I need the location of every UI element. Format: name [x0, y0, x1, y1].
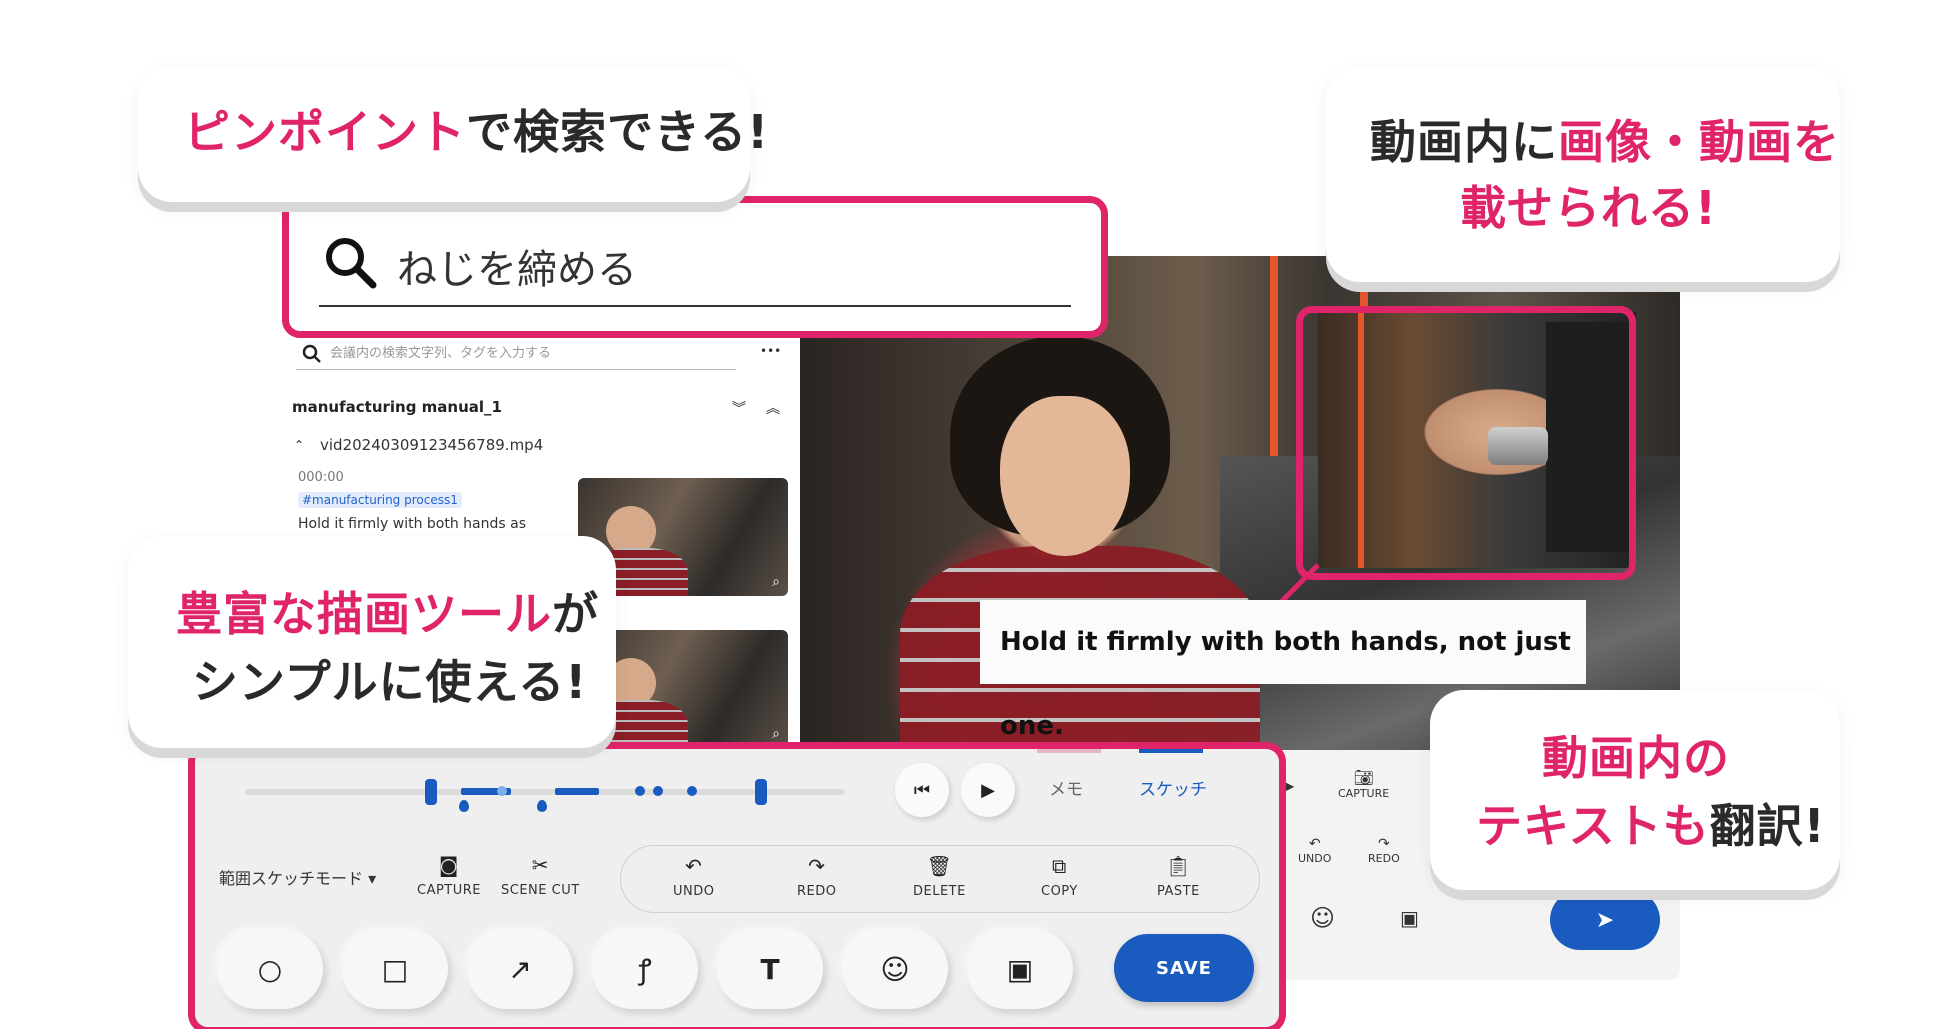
callout-drawing-text: が: [552, 587, 599, 641]
arrow-icon: ↗: [508, 952, 532, 986]
chevron-double-down-icon[interactable]: ︾: [732, 398, 746, 418]
callout-overlay-highlight: 画像・動画を: [1558, 115, 1840, 169]
search-bar[interactable]: ねじを締める: [282, 196, 1108, 338]
play-button[interactable]: ▶: [961, 763, 1015, 817]
play-icon: ▶: [981, 779, 995, 801]
tab-memo[interactable]: メモ: [1049, 775, 1083, 800]
worker-face: [1000, 396, 1130, 556]
capture-button[interactable]: 📷︎ CAPTURE: [1338, 768, 1389, 800]
camera-icon: 📷︎: [1353, 768, 1374, 787]
tab-sketch[interactable]: スケッチ: [1139, 775, 1207, 800]
redo-button[interactable]: ↷ REDO: [797, 854, 837, 899]
rectangle-tool-button[interactable]: □: [342, 929, 448, 1009]
tab-memo-indicator: [1037, 749, 1101, 753]
search-input[interactable]: 会議内の検索文字列、タグを入力する: [296, 340, 736, 370]
search-query[interactable]: ねじを締める: [397, 237, 637, 295]
freehand-icon: ꝭ: [638, 953, 652, 986]
skip-back-button[interactable]: ⏮: [895, 763, 949, 817]
send-button[interactable]: ➤: [1550, 890, 1660, 950]
timeline-marker[interactable]: [687, 786, 697, 796]
video-subtitle[interactable]: Hold it firmly with both hands, not just…: [980, 600, 1586, 741]
circle-tool-button[interactable]: ○: [217, 929, 323, 1009]
chevron-up-icon[interactable]: ⌃: [294, 438, 304, 452]
copy-icon: ⧉: [1052, 854, 1067, 878]
callout-translate-highlight: 動画内の: [1542, 731, 1730, 785]
emoji-icon: ☺: [880, 952, 910, 986]
delete-button[interactable]: 🗑︎ DELETE: [913, 854, 966, 899]
callout-overlay: 動画内に画像・動画を 載せられる!: [1326, 66, 1840, 282]
overlay-image-frame: [1296, 306, 1636, 580]
undo-button[interactable]: ↶ UNDO: [673, 854, 714, 899]
search-icon: [326, 238, 377, 289]
emoji-icon[interactable]: ☺: [1310, 904, 1335, 932]
tab-sketch-indicator: [1139, 749, 1203, 753]
undo-button[interactable]: ↶ UNDO: [1298, 836, 1331, 865]
manual-title[interactable]: manufacturing manual_1: [292, 398, 502, 416]
image-tool-button[interactable]: ▣: [967, 929, 1073, 1009]
callout-overlay-highlight-2: 載せられる!: [1460, 181, 1717, 235]
transcript-snippet: Hold it firmly with both hands as: [298, 516, 526, 532]
text-tool-button[interactable]: T: [717, 929, 823, 1009]
zoom-icon[interactable]: ⌕: [772, 574, 780, 590]
redo-icon: ↷: [1378, 836, 1390, 852]
timeline-track[interactable]: [245, 779, 845, 812]
undo-icon: ↶: [1308, 836, 1321, 852]
timecode: 000:00: [298, 470, 344, 485]
redo-button[interactable]: ↷ REDO: [1368, 836, 1400, 865]
clipboard-icon: 📋︎: [1165, 854, 1192, 878]
emoji-tool-button[interactable]: ☺: [842, 929, 948, 1009]
image-icon: ▣: [1006, 952, 1034, 986]
square-icon: □: [381, 952, 409, 986]
callout-drawing: 豊富な描画ツールが シンプルに使える!: [128, 536, 616, 748]
sketch-toolbar: ⏮ ▶ メモ スケッチ 範囲スケッチモード ▾ ◙ CAPTURE ✂ SCENE …: [188, 742, 1286, 1029]
timeline-playhead[interactable]: [497, 786, 507, 796]
file-name[interactable]: vid20240309123456789.mp4: [320, 436, 543, 454]
capture-button[interactable]: ◙ CAPTURE: [417, 853, 481, 898]
scene-cut-button[interactable]: ✂ SCENE CUT: [501, 853, 580, 898]
search-underline: [319, 305, 1071, 307]
trash-icon: 🗑︎: [926, 854, 953, 878]
callout-overlay-text: 動画内に: [1370, 115, 1558, 169]
scissors-icon: ✂: [531, 853, 549, 877]
callout-translate: 動画内の テキストも翻訳!: [1430, 690, 1840, 890]
callout-search: ピンポイントで検索できる!: [138, 66, 768, 202]
chevron-double-up-icon[interactable]: ︽: [766, 398, 780, 418]
timeline-end-handle[interactable]: [755, 779, 767, 805]
callout-search-highlight: ピンポイント: [184, 105, 466, 159]
callout-search-text: で検索できる!: [466, 105, 770, 159]
freehand-tool-button[interactable]: ꝭ: [592, 929, 698, 1009]
undo-icon: ↶: [685, 854, 703, 878]
edit-actions-group: ↶ UNDO ↷ REDO 🗑︎ DELETE ⧉ COPY 📋︎ PASTE: [620, 845, 1260, 913]
timeline-start-handle[interactable]: [425, 779, 437, 805]
send-icon: ➤: [1595, 907, 1615, 933]
text-icon: T: [760, 952, 780, 986]
paste-button[interactable]: 📋︎ PASTE: [1157, 854, 1200, 899]
timeline-marker[interactable]: [459, 800, 469, 812]
callout-drawing-text-2: シンプルに使える!: [192, 655, 588, 709]
callout-drawing-highlight: 豊富な描画ツール: [176, 587, 552, 641]
copy-button[interactable]: ⧉ COPY: [1041, 854, 1078, 899]
sketch-mode-select[interactable]: 範囲スケッチモード ▾: [219, 865, 376, 889]
callout-translate-highlight-2: テキストも: [1476, 799, 1710, 853]
timeline-segment: [555, 788, 599, 795]
image-icon[interactable]: ▣: [1400, 906, 1419, 930]
timeline-marker[interactable]: [653, 786, 663, 796]
redo-icon: ↷: [808, 854, 826, 878]
callout-translate-text: 翻訳!: [1709, 799, 1826, 853]
skip-back-icon: ⏮: [913, 779, 931, 801]
more-menu-icon[interactable]: •••: [760, 344, 781, 358]
zoom-icon[interactable]: ⌕: [772, 726, 780, 742]
timeline-selection[interactable]: [425, 779, 767, 812]
camera-icon: ◙: [439, 853, 459, 877]
save-button[interactable]: SAVE: [1114, 934, 1254, 1002]
tag-badge[interactable]: #manufacturing process1: [298, 492, 462, 508]
circle-icon: ○: [257, 952, 283, 986]
timeline-marker[interactable]: [635, 786, 645, 796]
arrow-tool-button[interactable]: ↗: [467, 929, 573, 1009]
timeline-marker[interactable]: [537, 800, 547, 812]
